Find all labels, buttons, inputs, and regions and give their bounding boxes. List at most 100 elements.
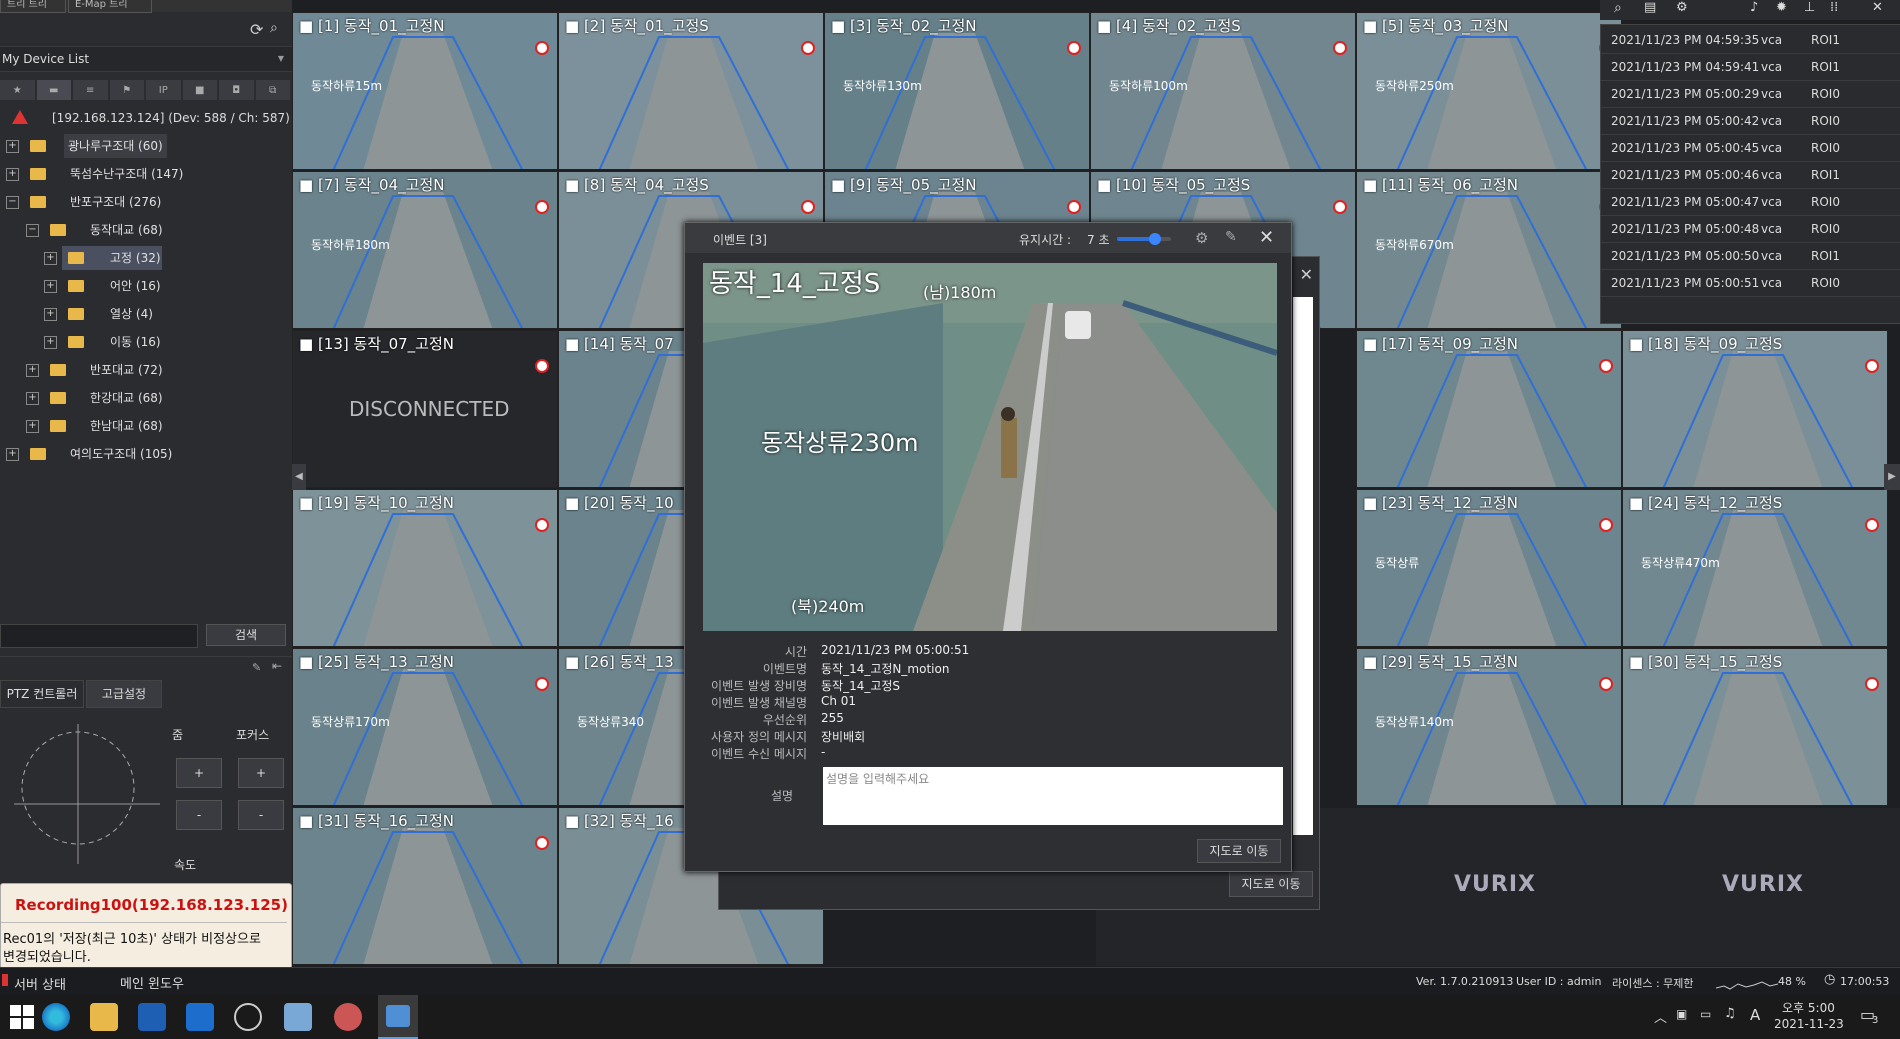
scroll-area[interactable]	[1293, 297, 1313, 835]
zoom-out-button[interactable]: -	[176, 800, 222, 830]
record-icon[interactable]: ◘	[219, 80, 254, 100]
expand-icon[interactable]: +	[6, 448, 19, 461]
map-button[interactable]: 지도로 이동	[1197, 839, 1281, 863]
tree-item[interactable]: + 어안 (16)	[0, 274, 292, 298]
camera-tile[interactable]: ■ [24] 동작_12_고정S 동작상류470m	[1622, 489, 1888, 647]
expand-icon[interactable]: +	[44, 280, 57, 293]
server-icon[interactable]: ≡	[73, 80, 108, 100]
paint-icon[interactable]	[334, 1003, 362, 1031]
camera-tile[interactable]: ■ [2] 동작_01_고정S	[558, 12, 824, 170]
taskbar-date[interactable]: 2021-11-23	[1774, 1017, 1844, 1031]
event-video[interactable]: 동작_14_고정S (남)180m 동작상류230m (북)240m	[703, 263, 1277, 631]
edge-icon[interactable]	[42, 1003, 70, 1031]
group-icon[interactable]: ⧉	[255, 80, 290, 100]
tab-advanced-settings[interactable]: 고급설정	[86, 680, 162, 708]
search-icon[interactable]: ⌕	[270, 20, 278, 36]
ptz-joystick[interactable]	[14, 724, 160, 870]
record-icon[interactable]	[801, 41, 815, 55]
bell-icon[interactable]: ♪	[1750, 0, 1758, 15]
device-list-dropdown[interactable]: My Device List ▼	[0, 46, 294, 72]
event-log-row[interactable]: 2021/11/23 PM 04:59:35 vca ROI1	[1601, 27, 1900, 54]
server-status[interactable]: 서버 상태	[14, 974, 66, 993]
expand-icon[interactable]: +	[6, 168, 19, 181]
collapse-panel-icon[interactable]: ⇤	[272, 659, 282, 673]
report-icon[interactable]: ▤	[1644, 0, 1656, 15]
record-icon[interactable]	[1865, 359, 1879, 373]
close-icon[interactable]: ✕	[1872, 0, 1883, 15]
record-icon[interactable]	[1599, 359, 1613, 373]
event-log-row[interactable]: 2021/11/23 PM 05:00:29 vca ROI0	[1601, 81, 1900, 108]
record-icon[interactable]	[1333, 200, 1347, 214]
record-icon[interactable]	[1333, 41, 1347, 55]
app-icon[interactable]	[284, 1003, 312, 1031]
favorite-icon[interactable]: ★	[0, 80, 35, 100]
notification-toast[interactable]: Recording100(192.168.123.125) Rec01의 '저장…	[0, 883, 292, 969]
camera-tile[interactable]: ■ [3] 동작_02_고정N 동작하류130m	[824, 12, 1090, 170]
record-icon[interactable]	[801, 200, 815, 214]
tree-item[interactable]: + 뚝섬수난구조대 (147)	[0, 162, 292, 186]
network-icon[interactable]: ▭	[1700, 1007, 1711, 1021]
folder-filter-icon[interactable]: ▬	[36, 80, 71, 100]
pin-icon[interactable]: ✎	[1225, 229, 1237, 245]
device-icon[interactable]: ▣	[1676, 1007, 1687, 1021]
search-icon[interactable]: ⌕	[1614, 0, 1622, 16]
tab-ptz-controller[interactable]: PTZ 컨트롤러	[0, 680, 84, 708]
event-log-row[interactable]: 2021/11/23 PM 05:00:45 vca ROI0	[1601, 135, 1900, 162]
tree-item[interactable]: + 한남대교 (68)	[0, 414, 292, 438]
refresh-icon[interactable]: ⟳	[250, 20, 263, 39]
tree-item[interactable]: + 한강대교 (68)	[0, 386, 292, 410]
expand-icon[interactable]: +	[26, 420, 39, 433]
server-node[interactable]: [192.168.123.124] (Dev: 588 / Ch: 587)	[52, 106, 290, 130]
expand-icon[interactable]: +	[44, 308, 57, 321]
tree-item[interactable]: + 반포대교 (72)	[0, 358, 292, 382]
grid-icon[interactable]: ⁞⁞	[1830, 0, 1838, 15]
hold-time-slider[interactable]	[1117, 233, 1171, 245]
record-icon[interactable]	[535, 41, 549, 55]
gear-icon[interactable]: ⚙	[1195, 229, 1208, 247]
tree-item[interactable]: + 이동 (16)	[0, 330, 292, 354]
record-icon[interactable]	[1865, 677, 1879, 691]
event-popup-titlebar[interactable]: 이벤트 [3] 유지시간 : 7 초 ⚙ ✎ ✕	[685, 223, 1291, 253]
camera-tile[interactable]: ■ [25] 동작_13_고정N 동작상류170m	[292, 648, 558, 806]
collapse-icon[interactable]: −	[26, 224, 39, 237]
tree-item[interactable]: + 광나루구조대 (60)	[0, 134, 292, 158]
camera-tile[interactable]: ■ [1] 동작_01_고정N 동작하류15m	[292, 12, 558, 170]
ip-icon[interactable]: IP	[146, 80, 181, 100]
hold-time-knob[interactable]	[1148, 233, 1161, 245]
tree-item[interactable]: − 반포구조대 (276)	[0, 190, 292, 214]
description-input[interactable]: 설명을 입력해주세요	[823, 767, 1283, 825]
record-icon[interactable]	[535, 518, 549, 532]
camera-tile[interactable]: ■ [11] 동작_06_고정N 동작하류670m	[1356, 171, 1622, 329]
camera-tile[interactable]: ■ [29] 동작_15_고정N 동작상류140m	[1356, 648, 1622, 806]
event-log-row[interactable]: 2021/11/23 PM 05:00:48 vca ROI0	[1601, 216, 1900, 243]
camera-tile[interactable]: ■ [5] 동작_03_고정N 동작하류250m	[1356, 12, 1622, 170]
tree-item[interactable]: + 고정 (32)	[0, 246, 292, 270]
vms-app-icon[interactable]	[378, 995, 418, 1039]
alarm-icon[interactable]: ✹	[1776, 0, 1787, 15]
record-icon[interactable]	[1865, 518, 1879, 532]
record-icon[interactable]	[1067, 200, 1081, 214]
volume-icon[interactable]: ♫	[1724, 1006, 1736, 1021]
collapse-icon[interactable]: −	[6, 196, 19, 209]
expand-icon[interactable]: +	[6, 140, 19, 153]
camera-icon[interactable]: ■	[182, 80, 217, 100]
pin-icon[interactable]: ✎	[252, 661, 261, 674]
search-button[interactable]: 검색	[206, 624, 286, 646]
back-map-button[interactable]: 지도로 이동	[1229, 871, 1313, 897]
record-icon[interactable]	[1067, 41, 1081, 55]
close-icon[interactable]: ✕	[1259, 227, 1274, 248]
event-log-row[interactable]: 2021/11/23 PM 05:00:51 vca ROI0	[1601, 270, 1900, 297]
grid-left-arrow-icon[interactable]: ◀	[292, 464, 306, 490]
event-log-row[interactable]: 2021/11/23 PM 04:59:41 vca ROI1	[1601, 54, 1900, 81]
expand-icon[interactable]: +	[44, 252, 57, 265]
expand-icon[interactable]: +	[26, 364, 39, 377]
input-language[interactable]: A	[1750, 1006, 1760, 1024]
close-icon[interactable]: ✕	[1300, 265, 1313, 284]
mail-icon[interactable]	[186, 1003, 214, 1031]
grid-right-arrow-icon[interactable]: ▶	[1884, 464, 1900, 490]
tree-search-input[interactable]	[0, 624, 198, 648]
windows-start-icon[interactable]	[8, 1003, 36, 1031]
record-icon[interactable]	[1599, 518, 1613, 532]
focus-in-button[interactable]: +	[238, 758, 284, 788]
camera-tile[interactable]: ■ [7] 동작_04_고정N 동작하류180m	[292, 171, 558, 329]
